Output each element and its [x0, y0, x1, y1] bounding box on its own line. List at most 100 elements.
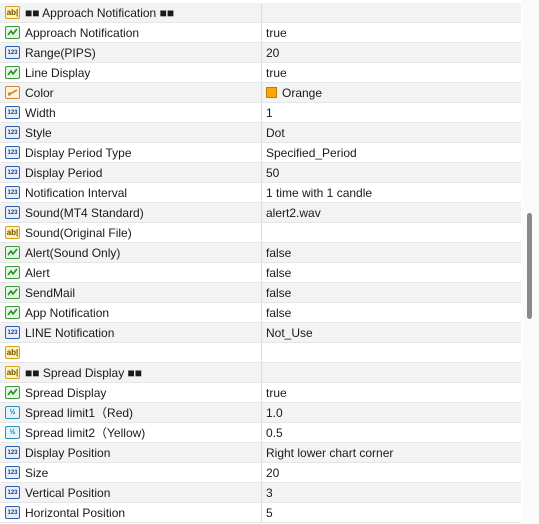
property-value[interactable]: true [266, 26, 287, 40]
property-value-cell[interactable]: false [262, 283, 521, 302]
property-value-cell[interactable]: true [262, 63, 521, 82]
property-name-cell: 123 Size [0, 463, 262, 482]
property-value-cell[interactable] [262, 363, 521, 382]
property-value-cell[interactable]: 50 [262, 163, 521, 182]
property-value-cell[interactable]: alert2.wav [262, 203, 521, 222]
integer-type-icon: 123 [5, 506, 20, 519]
property-value-cell[interactable]: Right lower chart corner [262, 443, 521, 462]
integer-type-icon: 123 [5, 46, 20, 59]
property-row[interactable]: 123 Style Dot [0, 123, 521, 143]
property-name-cell: 123 Range(PIPS) [0, 43, 262, 62]
property-row[interactable]: ab| ■■ Approach Notification ■■ [0, 3, 521, 23]
property-value-cell[interactable]: Dot [262, 123, 521, 142]
property-label: ■■ Approach Notification ■■ [25, 5, 175, 20]
property-row[interactable]: 123 Horizontal Position 5 [0, 503, 521, 523]
property-name-cell: App Notification [0, 303, 262, 322]
property-row[interactable]: 123 Size 20 [0, 463, 521, 483]
property-value-cell[interactable]: true [262, 383, 521, 402]
property-row[interactable]: ab| Sound(Original File) [0, 223, 521, 243]
property-value[interactable]: 20 [266, 46, 279, 60]
property-value-cell[interactable]: 0.5 [262, 423, 521, 442]
color-swatch[interactable] [266, 87, 277, 98]
property-value-cell[interactable]: false [262, 263, 521, 282]
property-value[interactable]: 20 [266, 466, 279, 480]
property-label: Spread Display [25, 385, 107, 400]
property-value[interactable]: 5 [266, 506, 273, 520]
property-row[interactable]: 123 Display Period 50 [0, 163, 521, 183]
double-type-icon: ½ [5, 426, 20, 439]
property-value-cell[interactable]: true [262, 23, 521, 42]
property-value-cell[interactable]: 20 [262, 43, 521, 62]
property-row[interactable]: 123 Range(PIPS) 20 [0, 43, 521, 63]
property-value-cell[interactable]: 20 [262, 463, 521, 482]
property-value[interactable]: true [266, 386, 287, 400]
boolean-type-icon [5, 66, 20, 79]
property-row[interactable]: 123 LINE Notification Not_Use [0, 323, 521, 343]
property-value[interactable]: 1 time with 1 candle [266, 186, 372, 200]
property-label: Size [25, 465, 49, 480]
property-name-cell: 123 Width [0, 103, 262, 122]
property-value[interactable]: 1.0 [266, 406, 283, 420]
property-row[interactable]: Alert(Sound Only) false [0, 243, 521, 263]
property-row[interactable]: ½ Spread limit2（Yellow) 0.5 [0, 423, 521, 443]
property-value[interactable]: false [266, 286, 291, 300]
property-row[interactable]: 123 Width 1 [0, 103, 521, 123]
property-row[interactable]: Spread Display true [0, 383, 521, 403]
scrollbar-thumb[interactable] [527, 213, 532, 319]
property-row[interactable]: 123 Display Position Right lower chart cor… [0, 443, 521, 463]
property-value[interactable]: Right lower chart corner [266, 446, 393, 460]
property-value-cell[interactable]: 1 time with 1 candle [262, 183, 521, 202]
property-value-cell[interactable]: Orange [262, 83, 521, 102]
property-value-cell[interactable]: 3 [262, 483, 521, 502]
property-value[interactable]: alert2.wav [266, 206, 321, 220]
property-name-cell: Alert(Sound Only) [0, 243, 262, 262]
property-label: SendMail [25, 285, 76, 300]
property-name-cell: ab| [0, 343, 262, 362]
property-value-cell[interactable] [262, 3, 521, 22]
property-row[interactable]: 123 Sound(MT4 Standard) alert2.wav [0, 203, 521, 223]
property-name-cell: ab| ■■ Approach Notification ■■ [0, 3, 262, 22]
property-row[interactable]: Line Display true [0, 63, 521, 83]
boolean-type-icon [5, 386, 20, 399]
property-value[interactable]: true [266, 66, 287, 80]
property-row[interactable]: Approach Notification true [0, 23, 521, 43]
property-name-cell: ½ Spread limit1（Red) [0, 403, 262, 422]
property-value[interactable]: Orange [282, 86, 322, 100]
property-value[interactable]: Dot [266, 126, 285, 140]
property-value-cell[interactable] [262, 223, 521, 242]
integer-type-icon: 123 [5, 486, 20, 499]
vertical-scrollbar[interactable] [522, 0, 539, 524]
property-value[interactable]: false [266, 266, 291, 280]
property-value-cell[interactable]: false [262, 243, 521, 262]
property-value[interactable]: 3 [266, 486, 273, 500]
property-name-cell: 123 Sound(MT4 Standard) [0, 203, 262, 222]
property-value-cell[interactable]: Specified_Period [262, 143, 521, 162]
integer-type-icon: 123 [5, 166, 20, 179]
property-value-cell[interactable]: 5 [262, 503, 521, 522]
property-value[interactable]: false [266, 246, 291, 260]
property-row[interactable]: ½ Spread limit1（Red) 1.0 [0, 403, 521, 423]
property-value[interactable]: 1 [266, 106, 273, 120]
property-row[interactable]: 123 Vertical Position 3 [0, 483, 521, 503]
property-row[interactable]: ab| [0, 343, 521, 363]
property-value-cell[interactable]: false [262, 303, 521, 322]
property-value-cell[interactable]: 1 [262, 103, 521, 122]
integer-type-icon: 123 [5, 326, 20, 339]
property-value[interactable]: 0.5 [266, 426, 283, 440]
property-row[interactable]: 123 Notification Interval 1 time with 1 ca… [0, 183, 521, 203]
property-value[interactable]: Specified_Period [266, 146, 357, 160]
property-row[interactable]: SendMail false [0, 283, 521, 303]
property-row[interactable]: App Notification false [0, 303, 521, 323]
property-value-cell[interactable]: Not_Use [262, 323, 521, 342]
property-value[interactable]: false [266, 306, 291, 320]
property-value-cell[interactable]: 1.0 [262, 403, 521, 422]
property-label: Alert(Sound Only) [25, 245, 121, 260]
property-row[interactable]: Color Orange [0, 83, 521, 103]
integer-type-icon: 123 [5, 106, 20, 119]
property-value[interactable]: Not_Use [266, 326, 313, 340]
property-row[interactable]: Alert false [0, 263, 521, 283]
property-row[interactable]: ab| ■■ Spread Display ■■ [0, 363, 521, 383]
property-value-cell[interactable] [262, 343, 521, 362]
property-value[interactable]: 50 [266, 166, 279, 180]
property-row[interactable]: 123 Display Period Type Specified_Period [0, 143, 521, 163]
